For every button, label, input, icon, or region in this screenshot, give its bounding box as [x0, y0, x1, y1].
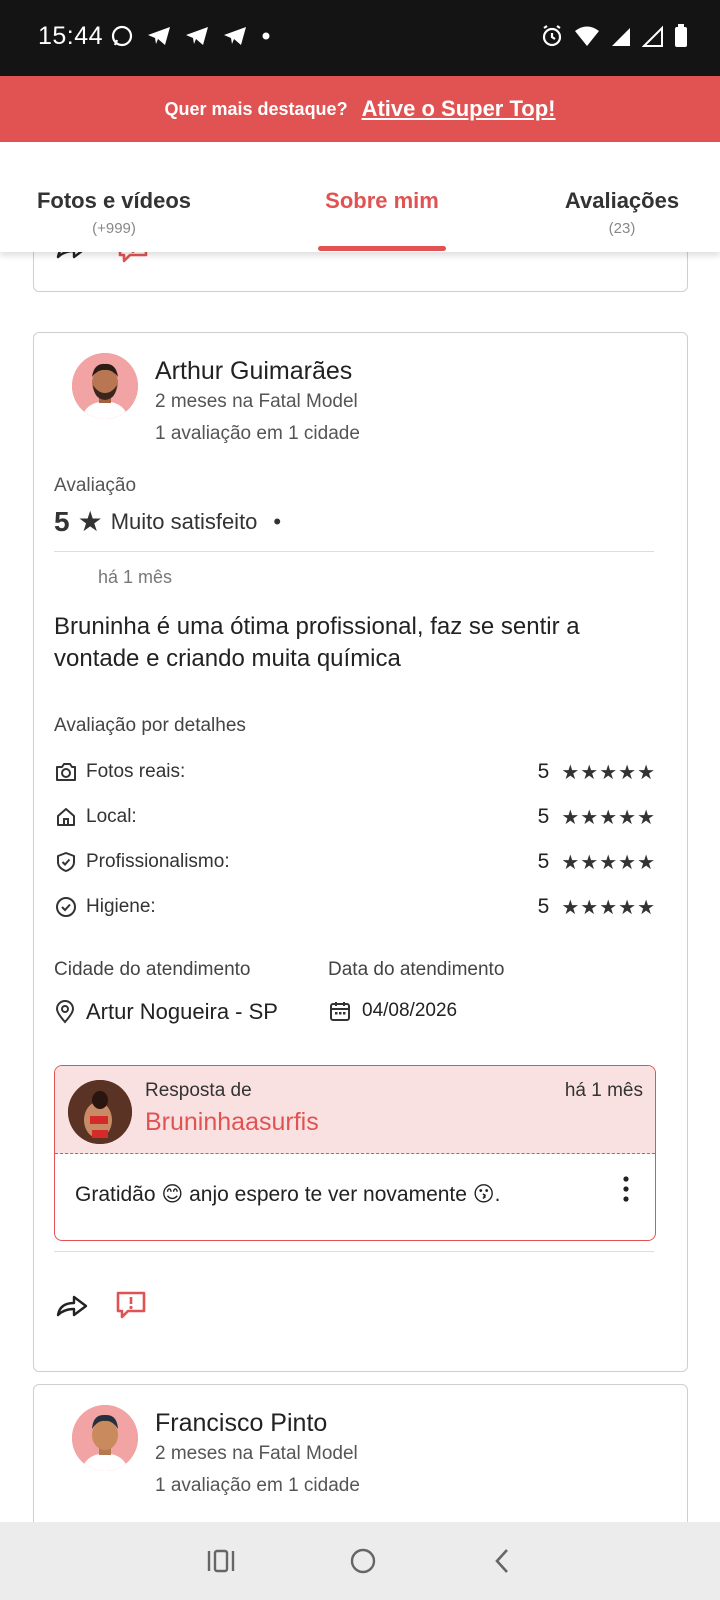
system-icons [540, 24, 688, 48]
detail-score: 5 [537, 760, 550, 783]
recent-apps-icon[interactable] [206, 1548, 236, 1574]
reviewer-since: 2 meses na Fatal Model [155, 1443, 358, 1464]
review-text: Bruninha é uma ótima profissional, faz s… [54, 613, 580, 672]
detail-label: Local: [86, 806, 137, 827]
tab-label: Avaliações [564, 188, 680, 213]
rating-summary: 5 ★ Muito satisfeito • [54, 505, 281, 538]
tab-label: Sobre mim [325, 188, 439, 213]
reply-box: Resposta de Bruninhaasurfis há 1 mês Gra… [54, 1065, 656, 1241]
service-city: Artur Nogueira - SP [54, 999, 278, 1025]
system-nav-bar [0, 1522, 720, 1600]
report-icon[interactable] [114, 1289, 148, 1321]
check-circle-icon [56, 897, 76, 917]
detail-label: Fotos reais: [86, 761, 186, 782]
tab-photos-videos[interactable]: Fotos e vídeos (+999) [32, 188, 196, 237]
share-icon[interactable] [54, 1291, 90, 1319]
detail-row-hygiene: Higiene: 5 ★★★★★ [54, 892, 656, 922]
detail-stars: ★★★★★ [561, 896, 656, 919]
active-tab-indicator [318, 246, 446, 251]
notification-icons [110, 24, 272, 48]
status-bar: 15:44 [0, 0, 720, 76]
detail-label: Higiene: [86, 896, 156, 917]
reviewer-name[interactable]: Arthur Guimarães [155, 357, 352, 386]
rating-score: 5 [54, 505, 70, 537]
detail-row-professionalism: Profissionalismo: 5 ★★★★★ [54, 847, 656, 877]
promo-banner: Quer mais destaque? Ative o Super Top! [0, 76, 720, 142]
detail-stars: ★★★★★ [561, 806, 656, 829]
profile-photo-icon [68, 1080, 132, 1144]
dot-separator: • [273, 508, 282, 534]
detail-score: 5 [537, 850, 550, 873]
reviewer-avatar [72, 353, 138, 419]
share-icon[interactable] [54, 252, 90, 261]
male-avatar-icon [72, 1405, 138, 1471]
wifi-icon [575, 26, 599, 46]
location-pin-icon [55, 1000, 75, 1024]
shield-check-icon [57, 852, 75, 872]
calendar-icon [330, 1002, 350, 1021]
detail-row-location: Local: 5 ★★★★★ [54, 802, 656, 832]
tab-reviews[interactable]: Avaliações (23) [552, 188, 692, 237]
reply-author-name[interactable]: Bruninhaasurfis [145, 1108, 319, 1137]
reply-text: Gratidão 😊 anjo espero te ver novamente … [75, 1183, 501, 1206]
review-actions [54, 1289, 148, 1321]
reviewer-name[interactable]: Francisco Pinto [155, 1409, 327, 1438]
city-value: Artur Nogueira - SP [86, 999, 278, 1024]
reply-time: há 1 mês [564, 1080, 643, 1101]
date-value: 04/08/2026 [362, 1000, 458, 1021]
home-button-icon[interactable] [348, 1546, 378, 1576]
service-date: 04/08/2026 [328, 999, 457, 1023]
reviewer-since: 2 meses na Fatal Model [155, 391, 358, 412]
details-title: Avaliação por detalhes [54, 715, 246, 736]
review-time: há 1 mês [98, 567, 173, 587]
telegram-icon [148, 27, 170, 45]
detail-stars: ★★★★★ [561, 851, 656, 874]
more-options-icon[interactable] [621, 1174, 631, 1204]
rating-title: Avaliação [54, 475, 137, 496]
city-label: Cidade do atendimento [54, 959, 251, 980]
promo-text: Quer mais destaque? [164, 98, 348, 119]
tab-count: (+999) [92, 220, 136, 237]
status-time: 15:44 [38, 22, 104, 50]
dot-icon [262, 32, 270, 40]
star-icon: ★ [77, 506, 103, 537]
detail-row-photos: Fotos reais: 5 ★★★★★ [54, 757, 656, 787]
battery-icon [675, 24, 687, 47]
divider [54, 551, 654, 552]
divider [54, 1251, 654, 1252]
telegram-icon [224, 27, 246, 45]
rating-label: Muito satisfeito [110, 508, 258, 534]
tab-about-me[interactable]: Sobre mim [300, 188, 464, 214]
home-icon [57, 808, 75, 826]
whatsapp-icon [111, 25, 133, 47]
telegram-icon [186, 27, 208, 45]
profile-tabs: Fotos e vídeos (+999) Sobre mim Avaliaçõ… [0, 142, 720, 252]
reply-author-avatar[interactable] [68, 1080, 132, 1144]
camera-icon [56, 763, 76, 781]
reviewer-avatar [72, 1405, 138, 1471]
date-label: Data do atendimento [328, 959, 505, 980]
reply-from-label: Resposta de [145, 1080, 252, 1101]
detail-score: 5 [537, 805, 550, 828]
alarm-icon [542, 25, 562, 47]
detail-label: Profissionalismo: [86, 851, 230, 872]
review-actions [54, 252, 150, 265]
tab-label: Fotos e vídeos [36, 188, 192, 213]
back-icon[interactable] [490, 1547, 514, 1575]
super-top-link[interactable]: Ative o Super Top! [362, 96, 556, 122]
reviews-list[interactable]: Arthur Guimarães 2 meses na Fatal Model … [0, 252, 720, 1522]
reviewer-reviews-count: 1 avaliação em 1 cidade [155, 1475, 360, 1496]
male-avatar-icon [72, 353, 138, 419]
report-icon[interactable] [116, 252, 150, 265]
review-card [33, 252, 688, 292]
review-card: Arthur Guimarães 2 meses na Fatal Model … [33, 332, 688, 1372]
reviewer-reviews-count: 1 avaliação em 1 cidade [155, 423, 360, 444]
tab-count: (23) [608, 220, 636, 237]
detail-score: 5 [537, 895, 550, 918]
signal-icon [642, 25, 663, 47]
signal-icon [612, 28, 630, 46]
review-card: Francisco Pinto 2 meses na Fatal Model 1… [33, 1384, 688, 1522]
detail-stars: ★★★★★ [561, 761, 656, 784]
reply-header: Resposta de Bruninhaasurfis há 1 mês [55, 1066, 655, 1154]
